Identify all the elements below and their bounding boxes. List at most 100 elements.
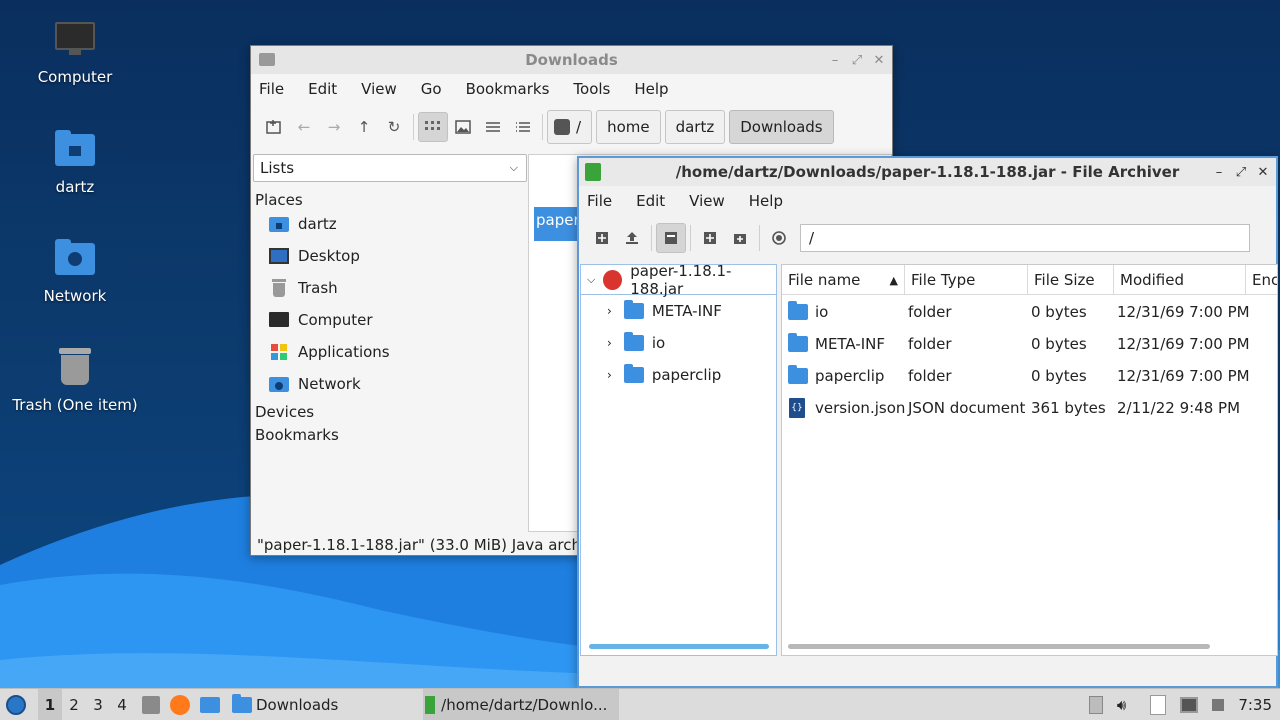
status-bar: "paper-1.18.1-188.jar" (33.0 MiB) Java a… <box>257 536 604 554</box>
task-archiver[interactable]: /home/dartz/Downlo... <box>423 688 620 720</box>
compact-view-icon[interactable] <box>478 112 508 142</box>
breadcrumb-home[interactable]: home <box>596 110 661 144</box>
back-arrow-icon[interactable]: ← <box>289 112 319 142</box>
up-arrow-icon[interactable]: ↑ <box>349 112 379 142</box>
tree-item-meta-inf[interactable]: › META-INF <box>581 295 776 327</box>
breadcrumb-root[interactable]: / <box>547 110 593 144</box>
window-title: /home/dartz/Downloads/paper-1.18.1-188.j… <box>675 163 1180 181</box>
table-row[interactable]: META-INF folder 0 bytes 12/31/69 7:00 PM <box>782 328 1277 360</box>
tree-scrollbar[interactable] <box>589 644 769 649</box>
workspace-2[interactable]: 2 <box>62 696 86 714</box>
workspace-1[interactable]: 1 <box>38 688 62 720</box>
sidebar-item-network[interactable]: Network <box>253 368 527 400</box>
table-row[interactable]: {} version.json JSON document 361 bytes … <box>782 392 1277 424</box>
workspace-3[interactable]: 3 <box>86 696 110 714</box>
breadcrumb-label: / <box>576 118 582 136</box>
sidebar-item-label: Network <box>298 375 361 393</box>
menu-view[interactable]: View <box>689 192 725 210</box>
network-status-icon[interactable] <box>1180 696 1199 713</box>
close-icon[interactable]: ✕ <box>870 53 888 68</box>
desktop-icon[interactable] <box>200 696 220 713</box>
places-header: Places <box>255 191 303 209</box>
close-icon[interactable]: ✕ <box>1254 165 1272 180</box>
desktop-icon <box>269 247 289 265</box>
reload-icon[interactable]: ↻ <box>379 112 409 142</box>
file-manager-sidebar: Lists ⌵ Places dartz Desktop Trash Compu… <box>253 154 527 532</box>
stop-icon[interactable] <box>764 223 794 253</box>
sidebar-mode-select[interactable]: Lists ⌵ <box>253 154 527 182</box>
sort-ascending-icon: ▲ <box>889 273 898 287</box>
file-manager-titlebar[interactable]: Downloads – ⤢ ✕ <box>251 46 892 74</box>
extract-icon[interactable] <box>617 223 647 253</box>
sidebar-item-applications[interactable]: Applications <box>253 336 527 368</box>
column-header-type[interactable]: File Type <box>905 265 1028 295</box>
menu-tools[interactable]: Tools <box>573 80 610 98</box>
menu-file[interactable]: File <box>587 192 612 210</box>
updates-icon[interactable] <box>1212 698 1225 711</box>
desktop-icon-network[interactable]: Network <box>10 237 140 305</box>
archive-tree: ⌵ paper-1.18.1-188.jar › META-INF › io ›… <box>580 262 777 656</box>
tree-root-item[interactable]: ⌵ paper-1.18.1-188.jar <box>581 262 776 298</box>
detailed-view-icon[interactable] <box>508 112 538 142</box>
minimize-icon[interactable]: – <box>826 53 844 68</box>
desktop-icon-home[interactable]: dartz <box>10 128 140 196</box>
new-tab-icon[interactable] <box>259 112 289 142</box>
forward-arrow-icon[interactable]: → <box>319 112 349 142</box>
menu-go[interactable]: Go <box>421 80 442 98</box>
table-row[interactable]: io folder 0 bytes 12/31/69 7:00 PM <box>782 296 1277 328</box>
archive-view-icon[interactable] <box>656 223 686 253</box>
task-label: /home/dartz/Downlo... <box>441 695 608 714</box>
breadcrumb-downloads[interactable]: Downloads <box>729 110 834 144</box>
file-manager-launcher-icon[interactable] <box>142 695 160 714</box>
desktop-icon-computer[interactable]: Computer <box>10 18 140 86</box>
firefox-icon[interactable] <box>170 694 190 715</box>
column-header-encrypted[interactable]: Enc <box>1246 265 1277 295</box>
sidebar-item-dartz[interactable]: dartz <box>253 208 527 240</box>
add-folder-icon[interactable] <box>725 223 755 253</box>
table-row[interactable]: paperclip folder 0 bytes 12/31/69 7:00 P… <box>782 360 1277 392</box>
menu-edit[interactable]: Edit <box>636 192 665 210</box>
menu-help[interactable]: Help <box>634 80 668 98</box>
tree-item-paperclip[interactable]: › paperclip <box>581 359 776 391</box>
menu-help[interactable]: Help <box>749 192 783 210</box>
folder-icon <box>788 365 808 384</box>
column-header-modified[interactable]: Modified <box>1114 265 1246 295</box>
sidebar-item-trash[interactable]: Trash <box>253 272 527 304</box>
file-modified: 12/31/69 7:00 PM <box>1117 335 1250 353</box>
tree-item-label: META-INF <box>651 302 722 320</box>
location-input[interactable]: / <box>800 224 1250 252</box>
sidebar-item-label: dartz <box>298 215 337 233</box>
archiver-titlebar[interactable]: /home/dartz/Downloads/paper-1.18.1-188.j… <box>579 158 1276 186</box>
folder-icon <box>232 693 252 713</box>
file-type: folder <box>908 303 952 321</box>
icon-view-icon[interactable] <box>418 112 448 142</box>
breadcrumb-dartz[interactable]: dartz <box>664 110 726 144</box>
minimize-icon[interactable]: – <box>1210 165 1228 180</box>
desktop-icon-trash[interactable]: Trash (One item) <box>10 346 140 414</box>
eject-icon[interactable] <box>1088 695 1103 714</box>
maximize-icon[interactable]: ⤢ <box>1232 165 1250 180</box>
task-downloads[interactable]: Downloads <box>232 689 338 720</box>
thumbnail-view-icon[interactable] <box>448 112 478 142</box>
tree-item-io[interactable]: › io <box>581 327 776 359</box>
column-header-size[interactable]: File Size <box>1028 265 1114 295</box>
menu-file[interactable]: File <box>259 80 284 98</box>
menu-edit[interactable]: Edit <box>308 80 337 98</box>
file-list-scrollbar[interactable] <box>788 644 1210 649</box>
clipboard-icon[interactable] <box>1150 694 1167 715</box>
maximize-icon[interactable]: ⤢ <box>848 53 866 68</box>
add-file-icon[interactable] <box>695 223 725 253</box>
sidebar-item-computer[interactable]: Computer <box>253 304 527 336</box>
volume-icon[interactable]: 🔊︎ <box>1117 696 1126 714</box>
sidebar-mode-value: Lists <box>260 159 295 177</box>
workspace-4[interactable]: 4 <box>110 696 134 714</box>
column-header-name[interactable]: File name ▲ <box>782 265 905 295</box>
menu-view[interactable]: View <box>361 80 397 98</box>
sidebar-item-label: Computer <box>298 311 373 329</box>
new-archive-icon[interactable] <box>587 223 617 253</box>
menu-bookmarks[interactable]: Bookmarks <box>466 80 550 98</box>
file-modified: 2/11/22 9:48 PM <box>1117 399 1241 417</box>
sidebar-item-desktop[interactable]: Desktop <box>253 240 527 272</box>
clock[interactable]: 7:35 <box>1238 696 1272 714</box>
app-menu-icon[interactable] <box>6 694 26 715</box>
